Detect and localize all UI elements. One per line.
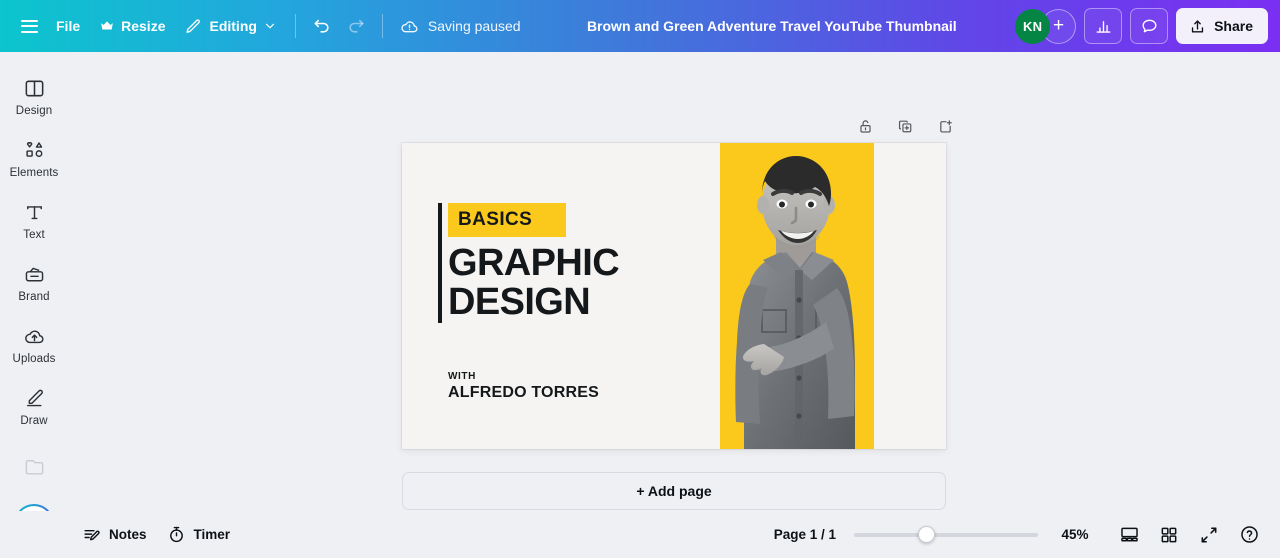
undo-arrow-icon	[314, 19, 329, 33]
design-tag[interactable]: BASICS	[448, 203, 567, 237]
add-page-button-top[interactable]	[932, 113, 958, 139]
topbar-right-cluster: KN + Share	[1015, 8, 1268, 44]
stats-button[interactable]	[1084, 8, 1123, 44]
presenter-photo[interactable]	[688, 143, 898, 449]
zoom-slider[interactable]	[854, 526, 1038, 544]
sidebar-item-label: Design	[15, 105, 53, 117]
pen-draw-icon	[26, 389, 43, 407]
sidebar-item-draw[interactable]: Draw	[0, 376, 68, 438]
add-page-icon	[939, 119, 952, 133]
design-headline[interactable]: GRAPHIC DESIGN	[448, 242, 620, 323]
headline-line-2: DESIGN	[448, 280, 591, 323]
unlock-page-button[interactable]	[852, 113, 878, 139]
file-menu-label: File	[56, 18, 81, 34]
headline-line-1: GRAPHIC	[448, 242, 620, 284]
bottom-bar-right: Page 1 / 1 45%	[774, 518, 1266, 552]
share-label: Share	[1214, 18, 1253, 34]
sidebar-item-design[interactable]: Design	[0, 66, 68, 128]
sidebar-item-brand[interactable]: Brand	[0, 252, 68, 314]
cloud-alert-icon	[401, 20, 418, 32]
avatar[interactable]: KN	[1015, 8, 1051, 44]
notes-label: Notes	[109, 527, 147, 542]
open-padlock-icon	[859, 119, 871, 133]
layout-panel-icon	[25, 80, 43, 97]
expand-diagonal-icon	[1201, 526, 1217, 543]
notes-pencil-icon	[84, 529, 100, 541]
sidebar-item-label: Draw	[20, 415, 48, 427]
main-menu-button[interactable]	[12, 9, 46, 43]
sidebar-item-text[interactable]: Text	[0, 190, 68, 252]
speech-bubble-icon	[1142, 19, 1157, 32]
design-presenter-name[interactable]: ALFREDO TORRES	[448, 384, 599, 402]
editing-label: Editing	[209, 18, 257, 34]
chevron-down-icon	[265, 23, 275, 29]
zoom-slider-track	[854, 532, 1038, 537]
canvas-workspace: BASICS GRAPHIC DESIGN WITH ALFREDO TORRE…	[68, 52, 1280, 558]
sidebar-item-elements[interactable]: Elements	[0, 128, 68, 190]
toolbar-divider-1	[294, 14, 296, 38]
resize-label: Resize	[121, 18, 166, 34]
design-with-label[interactable]: WITH	[448, 371, 476, 382]
text-t-icon	[26, 206, 42, 220]
collaborators: KN +	[1015, 8, 1077, 44]
bar-chart-icon	[1096, 20, 1111, 33]
page-toolbar	[852, 113, 958, 139]
sidebar-item-label: Elements	[9, 167, 59, 179]
sidebar-item-label: Text	[23, 229, 45, 241]
bottom-bar: Notes Timer Page 1 / 1 45%	[0, 511, 1280, 558]
comments-button[interactable]	[1130, 8, 1169, 44]
fullscreen-button[interactable]	[1192, 518, 1226, 552]
hamburger-icon	[20, 19, 38, 33]
help-button[interactable]	[1232, 518, 1266, 552]
crown-icon	[101, 21, 113, 30]
grid-view-icon	[1161, 527, 1177, 542]
toolbar-divider-2	[381, 14, 383, 38]
saving-status-label: Saving paused	[427, 18, 521, 34]
saving-status: Saving paused	[392, 17, 529, 36]
man-pointing-photo	[735, 156, 855, 449]
presenter-view-button[interactable]	[1112, 518, 1146, 552]
sidebar-item-uploads[interactable]: Uploads	[0, 314, 68, 376]
sidebar-item-label: Uploads	[12, 353, 56, 365]
editing-mode-button[interactable]: Editing	[175, 10, 285, 42]
add-page-button[interactable]: + Add page	[402, 472, 946, 510]
share-button[interactable]: Share	[1176, 8, 1268, 44]
document-title[interactable]: Brown and Green Adventure Travel YouTube…	[529, 18, 1016, 34]
share-upload-icon	[1191, 19, 1204, 32]
design-text-block[interactable]: BASICS GRAPHIC DESIGN	[438, 203, 620, 323]
duplicate-page-button[interactable]	[892, 113, 918, 139]
sidebar-item-projects[interactable]	[0, 438, 68, 500]
pencil-icon	[186, 18, 201, 33]
zoom-slider-knob[interactable]	[918, 526, 935, 543]
top-bar: File Resize Editing Saving paused Brown …	[0, 0, 1280, 52]
shapes-icon	[25, 142, 42, 157]
notes-button[interactable]: Notes	[72, 519, 157, 551]
timer-button[interactable]: Timer	[157, 519, 241, 551]
undo-button[interactable]	[305, 9, 339, 43]
vertical-accent-bar	[438, 203, 442, 323]
presenter-view-icon	[1120, 527, 1138, 542]
duplicate-icon	[898, 120, 911, 132]
cloud-upload-icon	[24, 330, 44, 344]
grid-view-button[interactable]	[1152, 518, 1186, 552]
projects-folder-icon	[25, 460, 43, 475]
design-canvas[interactable]: BASICS GRAPHIC DESIGN WITH ALFREDO TORRE…	[402, 143, 946, 449]
sidebar-item-label: Brand	[18, 291, 50, 303]
question-circle-icon	[1240, 526, 1258, 543]
file-menu-button[interactable]: File	[46, 10, 90, 42]
redo-arrow-icon	[349, 19, 364, 33]
zoom-level-label[interactable]: 45%	[1048, 527, 1102, 542]
brand-kit-icon	[25, 267, 43, 282]
stopwatch-icon	[169, 526, 183, 543]
page-count-label: Page 1 / 1	[773, 527, 836, 542]
left-sidebar: Design Elements Text Brand Uploads Draw	[0, 52, 68, 558]
redo-button[interactable]	[339, 9, 373, 43]
resize-button[interactable]: Resize	[90, 10, 175, 42]
timer-label: Timer	[193, 527, 231, 542]
